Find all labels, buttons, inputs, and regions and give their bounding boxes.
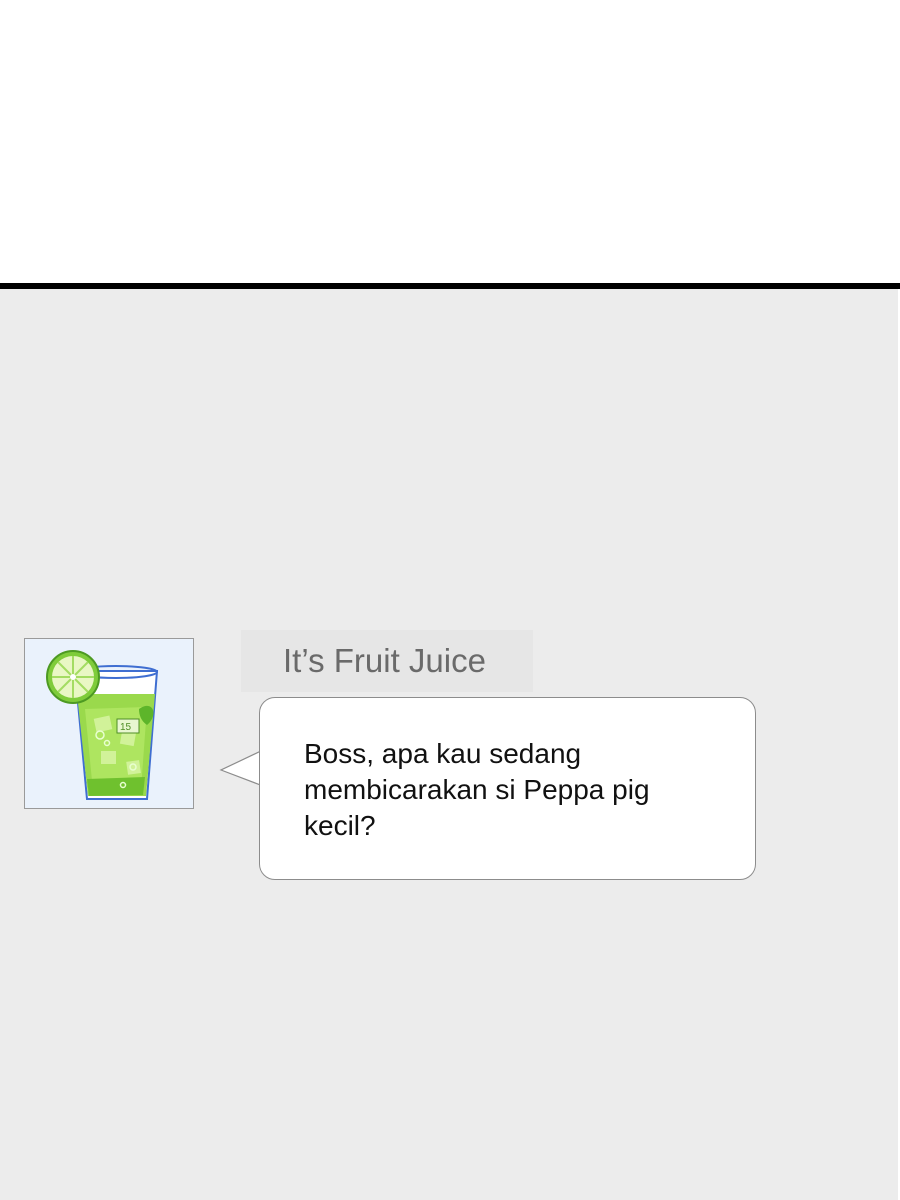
fruit-juice-glass-icon: 15 bbox=[46, 650, 159, 800]
avatar[interactable]: 15 bbox=[24, 638, 194, 809]
message-text: Boss, apa kau sedang membicarakan si Pep… bbox=[304, 738, 650, 841]
avatar-glass-label: 15 bbox=[120, 722, 132, 733]
sender-name: It’s Fruit Juice bbox=[283, 642, 486, 679]
top-blank-area bbox=[0, 0, 900, 283]
